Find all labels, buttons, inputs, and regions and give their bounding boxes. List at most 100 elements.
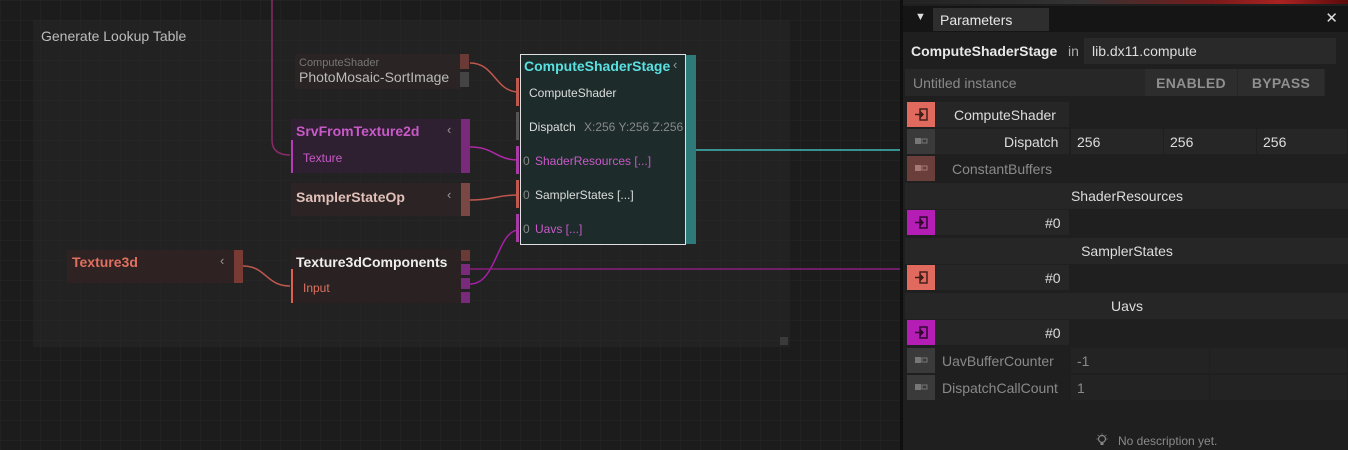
param-label: #0 xyxy=(1045,325,1061,341)
connection-line xyxy=(242,265,291,287)
connection-line xyxy=(469,229,520,285)
node-title: Texture3d xyxy=(72,254,138,270)
connection-line xyxy=(469,194,520,201)
tab-parameters[interactable]: Parameters xyxy=(933,8,1049,31)
output-slot[interactable] xyxy=(686,55,696,244)
node-title: Texture3dComponents xyxy=(296,254,448,270)
parameter-default-icon[interactable] xyxy=(907,129,935,154)
input-port-strip[interactable] xyxy=(291,269,293,303)
output-slot[interactable] xyxy=(461,119,470,173)
operator-header: ComputeShaderStage in lib.dx11.compute xyxy=(903,37,1348,65)
port-sampler-states[interactable]: SamplerStates [...] xyxy=(535,188,634,202)
operator-name: ComputeShaderStage xyxy=(911,43,1058,59)
node-compute-shader-stage[interactable]: ComputeShaderStage ‹ ComputeShader Dispa… xyxy=(520,54,686,245)
output-slot[interactable] xyxy=(461,183,470,216)
uav-buffer-counter-input[interactable]: -1 xyxy=(1071,348,1209,373)
node-graph-canvas[interactable]: Generate Lookup Table ComputeShader Phot… xyxy=(0,0,900,450)
output-slot[interactable] xyxy=(461,264,470,275)
panel-tab-bar: ▼ Parameters ✕ xyxy=(903,6,1348,32)
port-shader-resources[interactable]: ShaderResources [...] xyxy=(535,154,651,168)
param-label: UavBufferCounter xyxy=(942,353,1054,369)
port-uavs[interactable]: Uavs [...] xyxy=(535,222,582,236)
input-slot[interactable] xyxy=(516,180,519,208)
collapse-chevron-icon[interactable]: ‹ xyxy=(673,57,677,72)
node-srv-from-texture2d[interactable]: SrvFromTexture2d ‹ Texture xyxy=(291,119,461,173)
connected-input-icon[interactable] xyxy=(907,320,935,345)
param-row-compute-shader[interactable]: ComputeShader xyxy=(905,102,1348,128)
collapse-chevron-icon[interactable]: ‹ xyxy=(220,253,224,268)
node-title: SamplerStateOp xyxy=(296,189,405,205)
node-title: SrvFromTexture2d xyxy=(296,123,420,139)
connection-line xyxy=(469,146,520,161)
param-row-constant-buffers[interactable]: ConstantBuffers xyxy=(905,156,1348,182)
node-texture3d[interactable]: Texture3d ‹ xyxy=(67,250,234,283)
operator-in-label: in xyxy=(1068,43,1079,59)
input-slot[interactable] xyxy=(516,146,519,174)
node-title: ComputeShaderStage xyxy=(524,58,671,74)
instance-name-field[interactable]: Untitled instance xyxy=(913,75,1017,91)
port-count: 0 xyxy=(523,222,530,236)
node-compute-shader[interactable]: ComputeShader PhotoMosaic-SortImage xyxy=(295,54,460,89)
port-count: 0 xyxy=(523,188,530,202)
node-texture3d-components[interactable]: Texture3dComponents Input xyxy=(291,249,461,303)
input-slot[interactable] xyxy=(516,214,519,242)
connected-input-icon[interactable] xyxy=(907,210,935,235)
panel-menu-triangle-icon[interactable]: ▼ xyxy=(915,11,926,23)
group-label: Uavs xyxy=(1111,298,1143,314)
input-slot[interactable] xyxy=(516,112,519,140)
output-slot[interactable] xyxy=(461,278,470,289)
output-slot[interactable] xyxy=(460,72,469,87)
param-label: #0 xyxy=(1045,215,1061,231)
connection-line xyxy=(271,0,291,156)
param-group-uavs: Uavs xyxy=(905,293,1348,319)
param-row-dispatch-call-count[interactable]: DispatchCallCount 1 xyxy=(905,375,1348,401)
dispatch-x-input[interactable]: 256 xyxy=(1071,129,1163,154)
node-sampler-state-op[interactable]: SamplerStateOp ‹ xyxy=(291,183,461,216)
description-text: No description yet. xyxy=(1118,434,1218,448)
output-slot[interactable] xyxy=(234,250,243,283)
param-row-dispatch[interactable]: Dispatch 256 256 256 xyxy=(905,129,1348,155)
parameter-default-icon[interactable] xyxy=(907,375,935,400)
connection-line xyxy=(469,62,520,93)
group-label: ShaderResources xyxy=(1070,188,1184,204)
param-row-sampler-states-item[interactable]: #0 xyxy=(905,265,1348,291)
connected-input-icon[interactable] xyxy=(907,102,935,127)
enabled-button[interactable]: ENABLED xyxy=(1145,69,1237,96)
param-row-uavs-item[interactable]: #0 xyxy=(905,320,1348,346)
param-label: ComputeShader xyxy=(954,107,1056,123)
input-slot[interactable] xyxy=(516,78,519,106)
param-row-shader-resources-item[interactable]: #0 xyxy=(905,210,1348,236)
group-label: SamplerStates xyxy=(1081,243,1173,259)
param-row-uav-buffer-counter[interactable]: UavBufferCounter -1 xyxy=(905,348,1348,374)
parameter-default-icon[interactable] xyxy=(907,156,935,181)
output-slot[interactable] xyxy=(461,250,470,261)
param-group-shader-resources: ShaderResources xyxy=(905,183,1348,209)
parameter-default-icon[interactable] xyxy=(907,348,935,373)
param-label: #0 xyxy=(1045,270,1061,286)
connected-input-icon[interactable] xyxy=(907,265,935,290)
parameters-panel: ▼ Parameters ✕ ComputeShaderStage in lib… xyxy=(900,0,1348,450)
operator-namespace-field[interactable]: lib.dx11.compute xyxy=(1084,38,1336,64)
port-dispatch-value: X:256 Y:256 Z:256 xyxy=(584,120,684,134)
port-compute-shader[interactable]: ComputeShader xyxy=(529,86,616,100)
param-group-sampler-states: SamplerStates xyxy=(905,238,1348,264)
output-thumbnail-strip xyxy=(903,0,1348,4)
collapse-chevron-icon[interactable]: ‹ xyxy=(447,187,451,202)
node-type-label: ComputeShader xyxy=(299,57,380,69)
bypass-button[interactable]: BYPASS xyxy=(1238,69,1324,96)
close-icon[interactable]: ✕ xyxy=(1325,9,1338,27)
collapse-chevron-icon[interactable]: ‹ xyxy=(447,122,451,137)
dispatch-y-input[interactable]: 256 xyxy=(1164,129,1256,154)
dispatch-z-input[interactable]: 256 xyxy=(1257,129,1347,154)
port-count: 0 xyxy=(523,154,530,168)
port-label-input: Input xyxy=(303,281,330,295)
param-label: Dispatch xyxy=(1004,134,1059,150)
output-slot[interactable] xyxy=(461,292,470,303)
node-name: PhotoMosaic-SortImage xyxy=(299,69,450,85)
port-dispatch[interactable]: Dispatch xyxy=(529,120,576,134)
param-label: ConstantBuffers xyxy=(952,161,1053,177)
output-slot[interactable] xyxy=(460,54,469,69)
input-port-strip[interactable] xyxy=(291,140,293,173)
instance-row: Untitled instance ENABLED BYPASS xyxy=(905,69,1325,96)
dispatch-call-count-input[interactable]: 1 xyxy=(1071,375,1209,400)
